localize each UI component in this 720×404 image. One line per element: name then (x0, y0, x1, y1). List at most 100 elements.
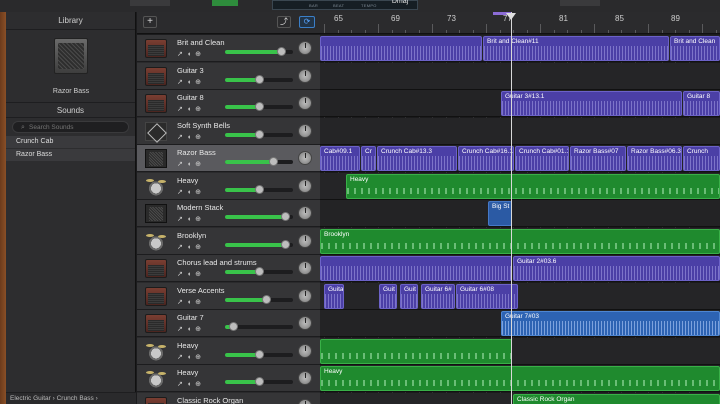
track-header[interactable]: Heavy ↗ ◖ ⊕ (137, 337, 320, 365)
region[interactable] (320, 36, 482, 61)
headphones-icon[interactable]: ◖ (187, 216, 191, 223)
record-enable-icon[interactable]: ↗ (177, 299, 183, 306)
volume-slider[interactable] (225, 74, 293, 84)
track-lane[interactable]: Big St (320, 200, 720, 227)
volume-thumb[interactable] (280, 212, 290, 221)
region[interactable]: Razor Bass#07 (570, 146, 626, 171)
headphones-icon[interactable]: ◖ (187, 134, 191, 141)
region[interactable] (320, 256, 512, 281)
track-header[interactable]: Guitar 3 ↗ ◖ ⊕ (137, 62, 320, 90)
region[interactable]: Guitar 3#13.1 (501, 91, 682, 116)
lock-icon[interactable]: ⊕ (195, 189, 201, 196)
volume-slider[interactable] (225, 239, 293, 249)
region[interactable]: Guitar 6#08 (456, 283, 518, 309)
track-lane[interactable]: Brit and Clean#11 Brit and Clean (320, 35, 720, 62)
volume-slider[interactable] (225, 157, 293, 166)
volume-slider[interactable] (225, 212, 293, 221)
track-lane[interactable]: Guitar 2#03.6 (320, 255, 720, 282)
headphones-icon[interactable]: ◖ (187, 244, 191, 251)
volume-thumb[interactable] (255, 267, 264, 276)
record-enable-icon[interactable]: ↗ (177, 271, 183, 278)
pan-knob[interactable] (298, 288, 312, 303)
region[interactable]: Guit (400, 283, 418, 309)
sound-item-razor-bass[interactable]: Razor Bass (6, 149, 135, 161)
volume-thumb[interactable] (229, 322, 239, 331)
ruler[interactable]: 65 69 73 77 81 85 89 (320, 12, 720, 34)
record-enable-icon[interactable]: ↗ (177, 244, 183, 251)
region[interactable]: Guitar 7#03 (501, 311, 720, 336)
pan-knob[interactable] (298, 178, 312, 193)
headphones-icon[interactable]: ◖ (187, 51, 191, 58)
lock-icon[interactable]: ⊕ (195, 51, 201, 58)
track-lane[interactable]: Heavy (320, 365, 720, 392)
track-lane[interactable]: Cab#09.1 Cr Crunch Cab#13.3 Crunch Cab#16.1… (320, 145, 720, 172)
lock-icon[interactable]: ⊕ (195, 381, 201, 388)
track-header[interactable]: Modern Stack ↗ ◖ ⊕ (137, 200, 320, 227)
record-enable-icon[interactable]: ↗ (177, 354, 183, 361)
track-header[interactable]: Verse Accents ↗ ◖ ⊕ (137, 282, 320, 310)
track-header[interactable]: Heavy ↗ ◖ ⊕ (137, 365, 320, 392)
region[interactable]: Big St (488, 201, 512, 226)
headphones-icon[interactable]: ◖ (187, 79, 191, 86)
region[interactable]: Guit (379, 283, 397, 309)
volume-slider[interactable] (225, 349, 293, 359)
volume-slider[interactable] (225, 322, 293, 331)
region[interactable]: Guitar 2#03.6 (513, 256, 720, 281)
lock-icon[interactable]: ⊕ (195, 216, 201, 223)
region[interactable] (320, 338, 512, 364)
record-enable-icon[interactable]: ↗ (177, 106, 183, 113)
lock-icon[interactable]: ⊕ (195, 79, 201, 86)
volume-slider[interactable] (225, 294, 293, 304)
track-lane[interactable] (320, 337, 720, 365)
region[interactable]: Brit and Clean (670, 36, 720, 61)
pan-knob[interactable] (298, 151, 312, 165)
library-breadcrumb[interactable]: Electric Guitar › Crunch Bass › (6, 392, 136, 404)
pan-knob[interactable] (298, 68, 312, 83)
pan-knob[interactable] (298, 343, 312, 358)
region[interactable]: Brooklyn (320, 228, 720, 254)
record-indicator[interactable] (212, 0, 238, 6)
volume-thumb[interactable] (261, 294, 271, 304)
record-enable-icon[interactable]: ↗ (177, 134, 183, 141)
headphones-icon[interactable]: ◖ (187, 326, 191, 333)
track-lane[interactable] (320, 117, 720, 145)
pan-knob[interactable] (298, 316, 312, 330)
playhead-handle[interactable] (506, 13, 516, 20)
track-lane[interactable]: Heavy (320, 172, 720, 200)
track-header[interactable]: Razor Bass ↗ ◖ ⊕ (137, 145, 320, 172)
key-signature[interactable]: Dmaj (380, 0, 420, 8)
lock-icon[interactable]: ⊕ (195, 134, 201, 141)
lock-icon[interactable]: ⊕ (195, 326, 201, 333)
headphones-icon[interactable]: ◖ (187, 189, 191, 196)
pan-knob[interactable] (298, 261, 312, 275)
selected-patch[interactable]: Razor Bass (6, 30, 135, 102)
add-track-button[interactable]: + (143, 16, 157, 28)
region[interactable]: Crunch (683, 146, 720, 171)
track-header[interactable]: Brooklyn ↗ ◖ ⊕ (137, 227, 320, 255)
region[interactable]: Razor Bass#06.3 (627, 146, 682, 171)
track-lane[interactable]: Classic Rock Organ (320, 392, 720, 404)
volume-thumb[interactable] (255, 102, 264, 111)
volume-thumb[interactable] (255, 349, 264, 359)
control-bar-button[interactable] (130, 0, 170, 6)
volume-slider[interactable] (225, 102, 293, 111)
record-enable-icon[interactable]: ↗ (177, 189, 183, 196)
region[interactable]: Heavy (346, 173, 720, 199)
region[interactable]: Classic Rock Organ (513, 393, 720, 404)
track-lane[interactable]: Guitar 7#03 (320, 310, 720, 337)
headphones-icon[interactable]: ◖ (187, 106, 191, 113)
volume-slider[interactable] (225, 267, 293, 276)
headphones-icon[interactable]: ◖ (187, 299, 191, 306)
search-input[interactable] (29, 122, 129, 132)
headphones-icon[interactable]: ◖ (187, 271, 191, 278)
volume-thumb[interactable] (255, 377, 264, 386)
volume-thumb[interactable] (255, 74, 264, 84)
track-header[interactable]: Brit and Clean ↗ ◖ ⊕ (137, 35, 320, 62)
volume-thumb[interactable] (255, 184, 264, 194)
volume-slider[interactable] (225, 184, 293, 194)
headphones-icon[interactable]: ◖ (187, 381, 191, 388)
region[interactable]: Guitar 6# (421, 283, 455, 309)
volume-slider[interactable] (225, 47, 293, 56)
headphones-icon[interactable]: ◖ (187, 354, 191, 361)
track-header[interactable]: Heavy ↗ ◖ ⊕ (137, 172, 320, 200)
